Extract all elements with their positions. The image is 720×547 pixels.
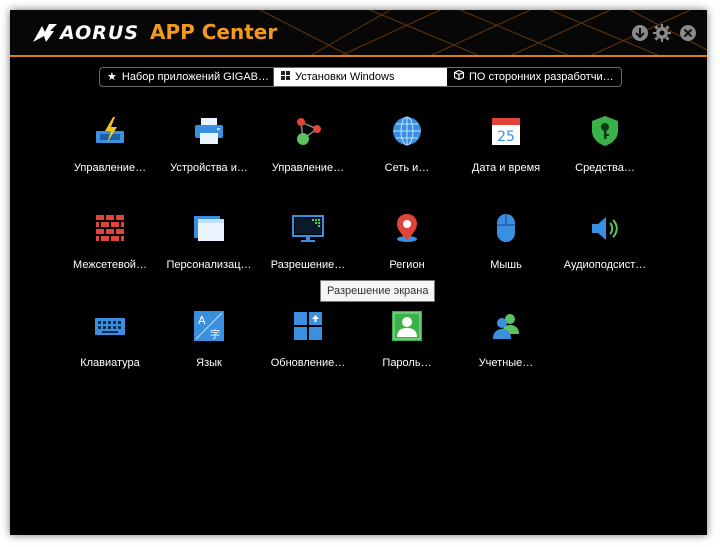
personalization-icon — [194, 216, 224, 241]
tile-region[interactable]: Регион — [359, 192, 455, 274]
speaker-icon — [592, 217, 618, 240]
mouse-icon — [497, 214, 515, 242]
eagle-icon — [33, 24, 57, 42]
language-icon: A 字 — [194, 311, 224, 341]
tile-label: Дата и время — [471, 162, 541, 174]
tile-label: Пароль… — [382, 357, 432, 369]
tile-personalization[interactable]: Персонализац… — [161, 192, 257, 274]
tile-label: Персонализац… — [166, 259, 252, 271]
tile-label: Обновление… — [270, 357, 346, 369]
tile-firewall[interactable]: Межсетевой… — [62, 192, 158, 274]
tile-label: Регион — [389, 259, 425, 271]
tile-label: Управление… — [73, 162, 147, 174]
windows-update-icon — [294, 312, 322, 340]
tab-label: Набор приложений GIGAB… — [121, 71, 270, 83]
app-title: APP Center — [150, 20, 278, 44]
tile-windows-update[interactable]: Обновление… — [260, 290, 356, 372]
shield-key-icon — [592, 116, 618, 146]
tile-mouse[interactable]: Мышь — [458, 192, 554, 274]
minimize-icon[interactable] — [631, 24, 649, 42]
tile-label: Клавиатура — [80, 357, 140, 369]
firewall-icon — [96, 215, 124, 241]
network-nodes-icon — [297, 118, 321, 145]
tab-bar: ★ Набор приложений GIGAB… Установки Wind… — [99, 67, 622, 87]
tile-network-internet[interactable]: Сеть и… — [359, 95, 455, 177]
gear-icon[interactable] — [653, 24, 671, 42]
tile-devices-printers[interactable]: Устройства и… — [161, 95, 257, 177]
tab-label: ПО сторонних разработчи… — [469, 71, 614, 83]
tile-user-accounts[interactable]: Учетные… — [458, 290, 554, 372]
tile-label: Межсетевой… — [73, 259, 147, 271]
tile-power-management[interactable]: Управление… — [62, 95, 158, 177]
aorus-logo: AORUS — [32, 21, 139, 45]
tile-security-tools[interactable]: Средства… — [557, 95, 653, 177]
printer-icon — [195, 118, 223, 144]
app-center-window: AORUS APP Center ★ Набор приложений GIGA… — [10, 10, 707, 535]
close-icon[interactable] — [679, 24, 697, 42]
tab-label: Установки Windows — [295, 71, 395, 83]
svg-text:A: A — [198, 314, 206, 327]
location-pin-icon — [397, 214, 417, 242]
tile-label: Учетные… — [478, 357, 534, 369]
box-icon — [453, 68, 465, 86]
svg-text:字: 字 — [210, 328, 220, 341]
tile-label: Управление… — [271, 162, 345, 174]
tile-network-management[interactable]: Управление… — [260, 95, 356, 177]
tile-label: Разрешение… — [270, 259, 346, 271]
tile-label: Сеть и… — [384, 162, 430, 174]
tooltip: Разрешение экрана — [320, 280, 436, 302]
tile-password[interactable]: Пароль… — [359, 290, 455, 372]
tab-windows-settings[interactable]: Установки Windows — [274, 68, 447, 86]
power-icon — [96, 117, 124, 143]
windows-icon — [281, 68, 290, 86]
tile-audio[interactable]: Аудиоподсист… — [557, 192, 653, 274]
tab-third-party-software[interactable]: ПО сторонних разработчи… — [447, 68, 621, 86]
keyboard-icon — [95, 318, 125, 335]
star-icon: ★ — [107, 71, 117, 83]
tile-date-time[interactable]: 25 Дата и время — [458, 95, 554, 177]
user-password-icon — [392, 311, 422, 341]
brand-name: AORUS — [60, 22, 140, 44]
globe-icon — [393, 116, 421, 146]
tile-label: Аудиоподсист… — [563, 259, 647, 271]
tile-keyboard[interactable]: Клавиатура — [62, 290, 158, 372]
tile-label: Средства… — [575, 162, 635, 174]
tile-screen-resolution[interactable]: Разрешение… — [260, 192, 356, 274]
tile-label: Мышь — [490, 259, 522, 271]
display-icon — [292, 215, 324, 242]
title-accent-line — [10, 55, 707, 57]
user-accounts-icon — [493, 314, 519, 339]
tile-label: Устройства и… — [170, 162, 248, 174]
title-bar[interactable]: AORUS APP Center — [10, 10, 707, 56]
calendar-icon: 25 — [492, 118, 520, 145]
calendar-day: 25 — [497, 129, 515, 145]
tile-language[interactable]: A 字 Язык — [161, 290, 257, 372]
tab-gigabyte-apps[interactable]: ★ Набор приложений GIGAB… — [100, 68, 274, 86]
tile-label: Язык — [196, 357, 222, 369]
